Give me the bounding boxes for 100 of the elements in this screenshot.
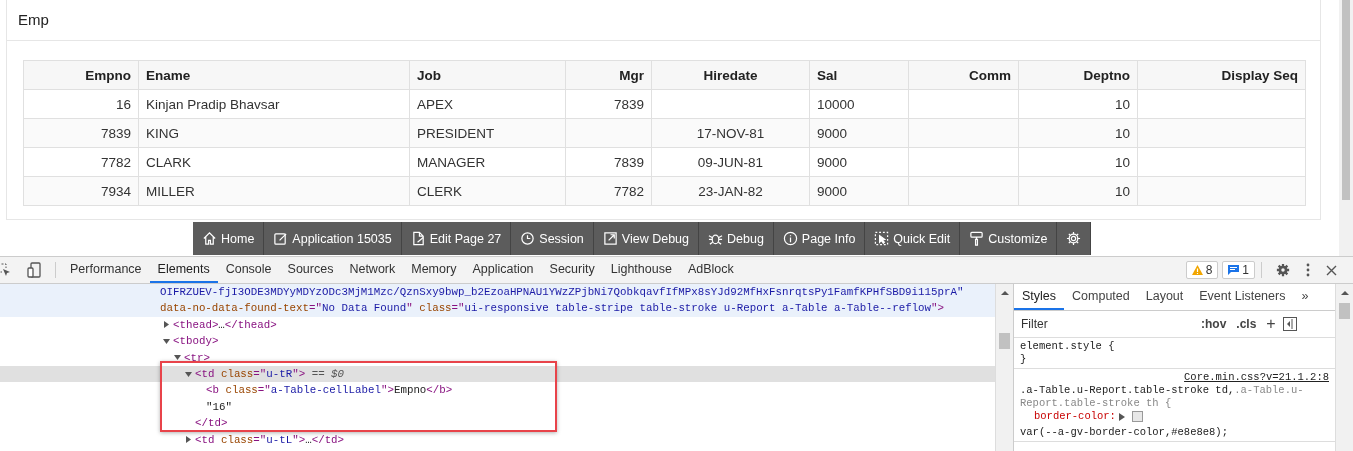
dom-code-line[interactable]: <td class="u-tL">…</td> — [195, 431, 345, 448]
toolbar-button[interactable]: Quick Edit — [865, 222, 961, 255]
new-rule-button[interactable]: + — [1263, 315, 1279, 333]
scrollbar[interactable] — [995, 284, 1013, 451]
edit-icon — [273, 231, 289, 246]
table-cell: MILLER — [138, 176, 410, 206]
table-cell: 9000 — [809, 176, 909, 206]
page-icon — [410, 231, 426, 246]
column-header[interactable]: Mgr — [565, 60, 652, 90]
devtools-tab[interactable]: Memory — [403, 257, 465, 283]
table-cell: 10 — [1018, 118, 1138, 148]
table-cell: 10 — [1018, 89, 1138, 119]
styles-pane-tab[interactable]: Layout — [1137, 284, 1192, 310]
settings-icon — [1066, 231, 1082, 246]
settings-button[interactable] — [1057, 222, 1092, 255]
dom-code-line[interactable]: <thead>…</thead> — [173, 316, 277, 334]
table-cell: 10 — [1018, 147, 1138, 177]
warnings-badge[interactable]: 8 — [1185, 261, 1219, 279]
styles-pane-tab[interactable]: Computed — [1064, 284, 1138, 310]
toolbar-button[interactable]: Edit Page 27 — [401, 222, 512, 255]
table-cell: MANAGER — [409, 147, 566, 177]
table-cell: APEX — [409, 89, 566, 119]
column-header[interactable]: Display Seq — [1137, 60, 1306, 90]
column-header[interactable]: Deptno — [1018, 60, 1138, 90]
devtools-tab[interactable]: Network — [341, 257, 404, 283]
class-button[interactable]: .cls — [1233, 317, 1260, 331]
column-header[interactable]: Sal — [809, 60, 909, 90]
dom-code-line[interactable]: <b class="a-Table-cellLabel">Empno</b> — [206, 382, 453, 399]
messages-badge[interactable]: 1 — [1222, 261, 1255, 279]
table-cell: 09-JUN-81 — [651, 147, 810, 177]
dom-code-line[interactable]: <tbody> — [173, 333, 219, 350]
table-cell: 10000 — [809, 89, 909, 119]
table-cell: PRESIDENT — [409, 118, 566, 148]
scrollbar[interactable] — [1335, 284, 1353, 451]
collapsed-arrow-icon[interactable] — [163, 321, 170, 329]
devtools-tab[interactable]: Security — [541, 257, 603, 283]
column-header[interactable]: Empno — [23, 60, 139, 90]
css-brace: } — [1020, 353, 1028, 366]
column-header[interactable]: Job — [409, 60, 566, 90]
table-cell: 9000 — [809, 147, 909, 177]
toolbar-button[interactable]: Home — [193, 222, 265, 255]
color-swatch[interactable] — [1131, 411, 1143, 422]
table-cell: Kinjan Pradip Bhavsar — [138, 89, 410, 119]
dom-code-line[interactable]: <td class="u-tR"> == $0 — [195, 365, 345, 383]
devtools-tab[interactable]: AdBlock — [679, 257, 742, 283]
message-icon — [1228, 265, 1240, 275]
expanded-arrow-icon[interactable] — [163, 337, 170, 345]
info-icon — [782, 231, 798, 246]
expanded-arrow-icon[interactable] — [174, 354, 181, 362]
toolbar-button[interactable]: Application 15035 — [264, 222, 402, 255]
warning-icon — [1191, 265, 1203, 275]
dom-code-line[interactable]: "16" — [206, 398, 232, 416]
devtools-tab[interactable]: Console — [217, 257, 280, 283]
scrollbar[interactable] — [1339, 0, 1353, 256]
devtools-tab[interactable]: Application — [464, 257, 542, 283]
device-icon[interactable] — [27, 262, 41, 278]
column-header[interactable]: Hiredate — [651, 60, 810, 90]
expanded-arrow-icon[interactable] — [185, 370, 192, 378]
devtools-tab[interactable]: Sources — [279, 257, 342, 283]
more-options-icon[interactable] — [1306, 263, 1310, 277]
table-cell: 9000 — [809, 118, 909, 148]
region-title: Emp — [7, 0, 1320, 41]
css-selector: element.style { — [1020, 340, 1116, 353]
toolbar-button[interactable]: Debug — [699, 222, 774, 255]
brush-icon — [969, 231, 985, 246]
toolbar-button[interactable]: Page Info — [773, 222, 866, 255]
styles-pane-tab[interactable]: Event Listeners — [1191, 284, 1294, 310]
dom-code-line[interactable]: <tr> — [184, 349, 210, 366]
table-cell: 7839 — [565, 147, 652, 177]
hover-state-button[interactable]: :hov — [1198, 317, 1230, 331]
styles-pane-tab[interactable]: Styles — [1014, 284, 1065, 310]
toolbar-button[interactable]: Customize — [960, 222, 1058, 255]
css-property: border-color: — [1034, 410, 1116, 423]
table-cell: 7934 — [23, 176, 139, 206]
table-cell: 10 — [1018, 176, 1138, 206]
collapsed-arrow-icon[interactable] — [185, 436, 192, 444]
css-selector: .a-Table.u-Report.table-stroke td,.a-Table.u-Report.table-stroke th { — [1020, 384, 1305, 410]
stylesheet-link[interactable]: Core.min.css?v=21.1.2:8 — [1184, 371, 1329, 384]
table-cell: 17-NOV-81 — [651, 118, 810, 148]
dom-code-line[interactable]: </td> — [195, 415, 228, 432]
sidebar-toggle-icon[interactable] — [1282, 317, 1297, 331]
table-cell: 23-JAN-82 — [651, 176, 810, 206]
table-cell: CLARK — [138, 147, 410, 177]
session-icon — [520, 231, 536, 246]
css-value: var(--a-gv-border-color,#e8e8e8); — [1020, 426, 1228, 439]
inspect-icon[interactable] — [0, 263, 11, 277]
table-cell: 7839 — [23, 118, 139, 148]
column-header[interactable]: Comm — [908, 60, 1019, 90]
table-cell: 16 — [23, 89, 139, 119]
table-cell: 7782 — [23, 147, 139, 177]
toolbar-button[interactable]: Session — [511, 222, 594, 255]
toolbar-button[interactable]: View Debug — [593, 222, 699, 255]
settings-icon[interactable] — [1276, 263, 1290, 277]
close-icon[interactable] — [1326, 264, 1337, 276]
table-cell: CLERK — [409, 176, 566, 206]
column-header[interactable]: Ename — [138, 60, 410, 90]
devtools-tab[interactable]: Lighthouse — [602, 257, 680, 283]
expand-arrow-icon[interactable] — [1118, 412, 1125, 421]
more-tabs-button[interactable]: » — [1293, 284, 1317, 310]
devtools-tab[interactable]: Performance — [62, 257, 150, 283]
